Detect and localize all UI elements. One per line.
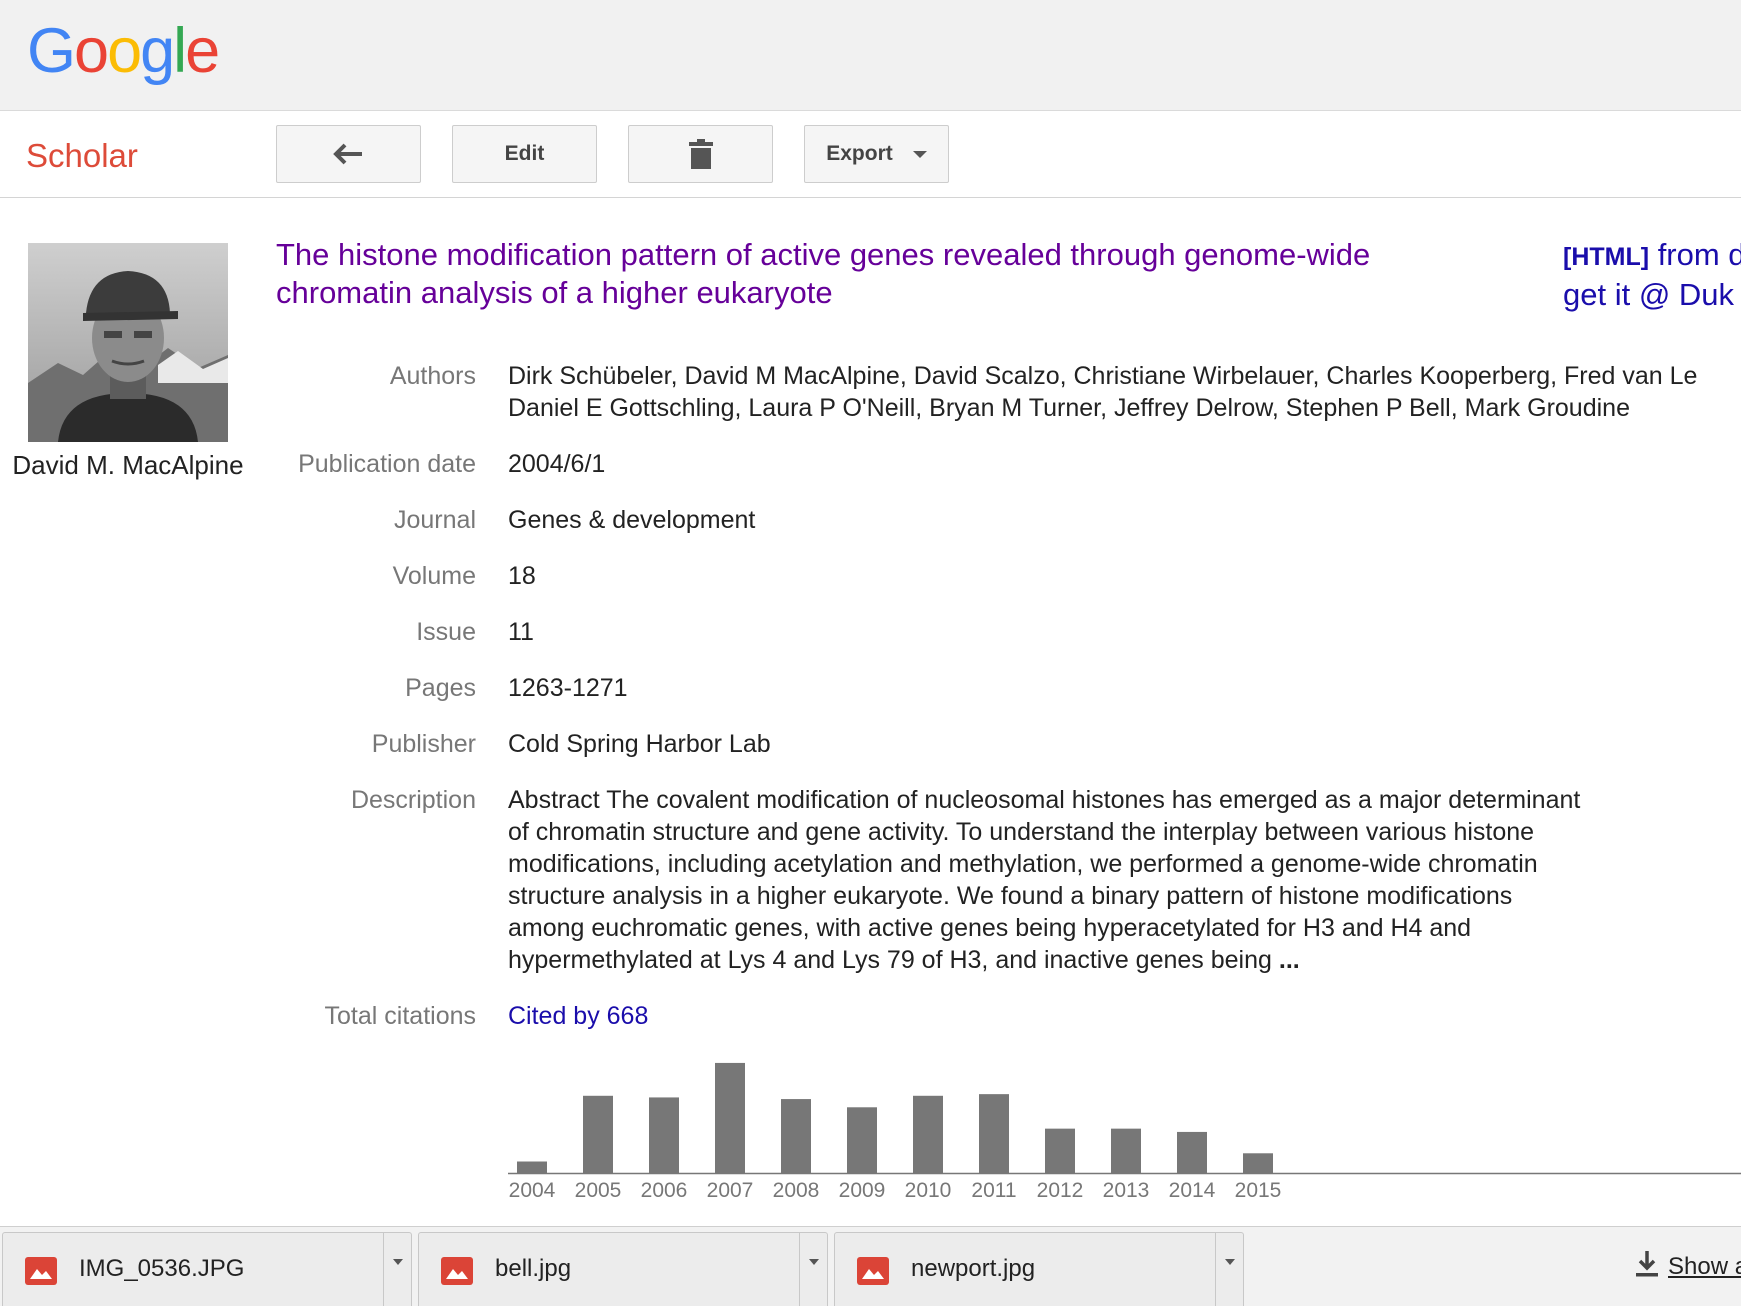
- pubdate-label: Publication date: [298, 450, 476, 478]
- chart-tick-label-2006: 2006: [641, 1179, 688, 1202]
- export-label: Export: [826, 142, 893, 165]
- download-item[interactable]: bell.jpg: [418, 1232, 828, 1306]
- fulltext-line-1: [HTML] from d: [1563, 236, 1741, 276]
- download-divider: [799, 1233, 800, 1306]
- download-divider: [1215, 1233, 1216, 1306]
- chevron-down-icon[interactable]: [393, 1259, 403, 1265]
- article-title-link[interactable]: The histone modification pattern of acti…: [276, 236, 1456, 312]
- chart-bar-2013[interactable]: [1111, 1128, 1141, 1173]
- issue-label: Issue: [416, 618, 476, 646]
- description-text: Abstract The covalent modification of nu…: [508, 786, 1581, 974]
- logo-letter: g: [140, 16, 175, 86]
- chart-tick-label-2014: 2014: [1169, 1179, 1216, 1202]
- chart-tick-label-2013: 2013: [1103, 1179, 1150, 1202]
- chevron-down-icon: [912, 150, 927, 158]
- cited-by-link[interactable]: Cited by 668: [508, 1000, 808, 1032]
- image-file-icon: [441, 1257, 473, 1285]
- logo-letter: l: [173, 16, 187, 86]
- google-header: Google: [0, 0, 1741, 111]
- google-logo[interactable]: Google: [27, 14, 220, 88]
- download-item[interactable]: IMG_0536.JPG: [2, 1232, 412, 1306]
- chart-bar-2004[interactable]: [517, 1161, 547, 1174]
- fulltext-line-2: get it @ Duk: [1563, 277, 1735, 312]
- chart-bar-2014[interactable]: [1177, 1131, 1207, 1173]
- avatar[interactable]: [28, 243, 228, 442]
- image-file-icon: [25, 1257, 57, 1285]
- trash-icon: [688, 139, 713, 169]
- chart-bar-2005[interactable]: [583, 1095, 613, 1173]
- chart-tick-label-2004: 2004: [509, 1179, 556, 1202]
- delete-button[interactable]: [628, 125, 773, 183]
- citations-label: Total citations: [324, 1002, 476, 1030]
- edit-button[interactable]: Edit: [452, 125, 597, 183]
- authors-label: Authors: [389, 362, 476, 390]
- chevron-down-icon[interactable]: [1225, 1259, 1235, 1265]
- scholar-toolbar: Scholar Edit Export: [0, 111, 1741, 198]
- pages-label: Pages: [405, 674, 476, 702]
- chart-tick-label-2011: 2011: [971, 1179, 1016, 1202]
- volume-label: Volume: [392, 562, 476, 590]
- logo-letter: o: [107, 16, 142, 86]
- chart-bar-2006[interactable]: [649, 1097, 679, 1173]
- chart-bar-2007[interactable]: [715, 1062, 745, 1173]
- chart-bar-2011[interactable]: [979, 1094, 1009, 1173]
- show-all-label: Show a: [1668, 1252, 1741, 1280]
- chart-tick-label-2009: 2009: [839, 1179, 886, 1202]
- chart-bar-2008[interactable]: [781, 1099, 811, 1173]
- chart-bar-2015[interactable]: [1243, 1153, 1273, 1173]
- scholar-article-page: Google Scholar Edit Export David M. MacA…: [0, 0, 1741, 1306]
- logo-letter: G: [27, 16, 76, 86]
- description-label: Description: [350, 786, 476, 814]
- pages-value: 1263-1271: [508, 674, 628, 702]
- download-filename: newport.jpg: [911, 1255, 1036, 1282]
- authors-value: Dirk Schübeler, David M MacAlpine, David…: [508, 362, 1698, 422]
- download-icon: [1636, 1251, 1658, 1284]
- fulltext-tag: [HTML]: [1563, 243, 1650, 271]
- fulltext-link[interactable]: [HTML] from d get it @ Duk: [1563, 236, 1741, 314]
- chart-tick-label-2012: 2012: [1037, 1179, 1084, 1202]
- show-all-downloads-link[interactable]: Show a: [1636, 1251, 1741, 1284]
- export-button[interactable]: Export: [804, 125, 949, 183]
- description-value: Abstract The covalent modification of nu…: [508, 784, 1588, 976]
- chart-tick-label-2010: 2010: [905, 1179, 952, 1202]
- logo-letter: e: [185, 16, 220, 86]
- chart-bar-2010[interactable]: [913, 1095, 943, 1173]
- chart-tick-label-2007: 2007: [707, 1179, 754, 1202]
- logo-letter: o: [74, 16, 109, 86]
- fulltext-source: from d: [1649, 237, 1741, 272]
- download-filename: bell.jpg: [495, 1255, 572, 1282]
- publisher-label: Publisher: [371, 730, 476, 758]
- download-shelf: IMG_0536.JPG bell.jpg newport.jpg Show a: [0, 1226, 1741, 1306]
- chevron-down-icon[interactable]: [809, 1259, 819, 1265]
- profile-name[interactable]: David M. MacAlpine: [0, 450, 256, 481]
- chart-bar-2009[interactable]: [847, 1107, 877, 1173]
- chart-tick-label-2015: 2015: [1235, 1179, 1282, 1202]
- journal-value: Genes & development: [508, 506, 756, 534]
- download-item[interactable]: newport.jpg: [834, 1232, 1244, 1306]
- download-filename: IMG_0536.JPG: [79, 1255, 245, 1282]
- volume-value: 18: [508, 562, 536, 590]
- pubdate-value: 2004/6/1: [508, 450, 606, 478]
- issue-value: 11: [508, 618, 534, 646]
- chart-tick-label-2008: 2008: [773, 1179, 820, 1202]
- journal-label: Journal: [394, 506, 476, 534]
- publisher-value: Cold Spring Harbor Lab: [508, 730, 771, 758]
- chart-tick-label-2005: 2005: [575, 1179, 622, 1202]
- scholar-brand[interactable]: Scholar: [26, 137, 138, 175]
- description-more[interactable]: ...: [1279, 946, 1300, 974]
- download-divider: [383, 1233, 384, 1306]
- chart-bar-2012[interactable]: [1045, 1128, 1075, 1173]
- back-arrow-icon: [332, 143, 365, 165]
- image-file-icon: [857, 1257, 889, 1285]
- back-button[interactable]: [276, 125, 421, 183]
